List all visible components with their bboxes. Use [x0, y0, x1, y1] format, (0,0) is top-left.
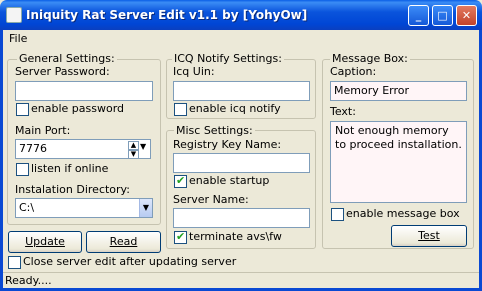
caption-input[interactable]: Memory Error — [330, 81, 467, 101]
enable-startup-label: enable startup — [189, 174, 270, 187]
general-settings-legend: General Settings: — [17, 52, 117, 65]
terminate-avs-label: terminate avs\fw — [189, 230, 282, 243]
icq-uin-label: Icq Uin: — [173, 65, 215, 78]
message-box-legend: Message Box: — [330, 52, 410, 65]
window-frame-left — [0, 30, 3, 291]
status-bar: Ready.... — [3, 272, 479, 288]
close-after-update-label: Close server edit after updating server — [23, 255, 237, 268]
window-title: Iniquity Rat Server Edit v1.1 by [YohyOw… — [26, 8, 308, 22]
menu-file[interactable]: File — [9, 32, 27, 45]
text-label: Text: — [330, 105, 356, 118]
misc-settings-legend: Misc Settings: — [174, 124, 255, 137]
test-button[interactable]: Test — [391, 225, 467, 247]
update-button-label: Update — [25, 235, 65, 248]
server-name-input[interactable] — [173, 208, 310, 228]
port-spin-up[interactable]: ▲ — [128, 141, 139, 150]
update-button[interactable]: Update — [8, 231, 82, 253]
status-text: Ready.... — [5, 274, 52, 287]
caption-label: Caption: — [330, 65, 377, 78]
listen-if-online-checkbox[interactable] — [16, 163, 29, 176]
install-dir-select[interactable]: C:\ — [15, 198, 153, 218]
close-after-update-checkbox[interactable] — [8, 256, 21, 269]
enable-password-checkbox[interactable] — [16, 103, 29, 116]
enable-password-label: enable password — [31, 102, 125, 115]
minimize-button[interactable]: _ — [408, 5, 429, 26]
menu-bar: File — [3, 30, 479, 47]
enable-message-box-label: enable message box — [346, 207, 460, 220]
test-button-label: Test — [418, 229, 440, 242]
message-text-area[interactable]: Not enough memory to proceed installatio… — [330, 121, 467, 203]
close-button[interactable]: ✕ — [456, 5, 477, 26]
read-button[interactable]: Read — [86, 231, 161, 253]
server-name-label: Server Name: — [173, 193, 249, 206]
app-icon — [6, 7, 22, 23]
registry-key-input[interactable] — [173, 153, 310, 173]
port-dropdown-icon[interactable]: ▼ — [140, 142, 146, 151]
enable-startup-checkbox[interactable]: ✔ — [174, 174, 187, 188]
terminate-avs-checkbox[interactable]: ✔ — [174, 230, 187, 244]
server-password-input[interactable] — [15, 81, 153, 101]
enable-message-box-checkbox[interactable] — [331, 208, 344, 221]
checkmark-icon: ✔ — [176, 230, 186, 243]
port-spin-down[interactable]: ▼ — [128, 150, 139, 159]
checkmark-icon: ✔ — [176, 174, 186, 187]
server-password-label: Server Password: — [15, 65, 110, 78]
enable-icq-checkbox[interactable] — [174, 103, 187, 116]
registry-key-label: Registry Key Name: — [173, 138, 282, 151]
install-dir-label: Instalation Directory: — [15, 183, 130, 196]
main-port-label: Main Port: — [15, 124, 71, 137]
chevron-down-icon[interactable]: ▼ — [139, 199, 152, 217]
listen-if-online-label: listen if online — [31, 162, 109, 175]
maximize-button[interactable]: □ — [432, 5, 453, 26]
icq-settings-legend: ICQ Notify Settings: — [172, 52, 284, 65]
read-button-label: Read — [109, 235, 138, 248]
icq-uin-input[interactable] — [173, 81, 310, 101]
enable-icq-label: enable icq notify — [189, 102, 281, 115]
